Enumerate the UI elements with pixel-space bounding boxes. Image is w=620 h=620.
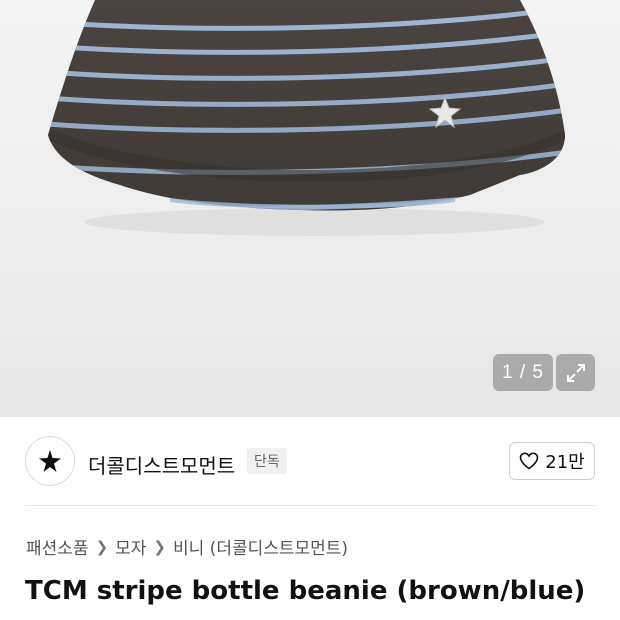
chevron-right-icon: ❯ (153, 537, 166, 556)
brand-logo[interactable] (25, 436, 75, 486)
expand-arrows-icon (566, 363, 585, 382)
breadcrumb-item-subcategory[interactable]: 모자 (115, 534, 146, 559)
breadcrumb-item-leaf[interactable]: 비니 (더콜디스트모먼트) (173, 534, 348, 559)
like-count: 21만 (545, 452, 585, 473)
brand-name[interactable]: 더콜디스트모먼트 (88, 450, 235, 479)
chevron-right-icon: ❯ (95, 537, 109, 556)
breadcrumb: 패션소품 ❯ 모자 ❯ 비니 (더콜디스트모먼트) (26, 534, 348, 560)
breadcrumb-item-category[interactable]: 패션소품 (26, 534, 89, 559)
exclusive-badge: 단독 (247, 448, 287, 474)
brand-row: 더콜디스트모먼트 단독 21만 (0, 417, 620, 505)
product-title: TCM stripe bottle beanie (brown/blue) (25, 576, 586, 606)
image-counter: 1 / 5 (493, 354, 553, 391)
product-image-gallery[interactable]: 1 / 5 (0, 0, 620, 417)
star-logo-icon (39, 450, 61, 472)
image-counter-text: 1 / 5 (502, 361, 544, 383)
expand-button[interactable] (556, 354, 595, 391)
like-button[interactable]: 21만 (509, 442, 595, 480)
heart-outline-icon (519, 452, 539, 470)
divider (25, 505, 595, 506)
